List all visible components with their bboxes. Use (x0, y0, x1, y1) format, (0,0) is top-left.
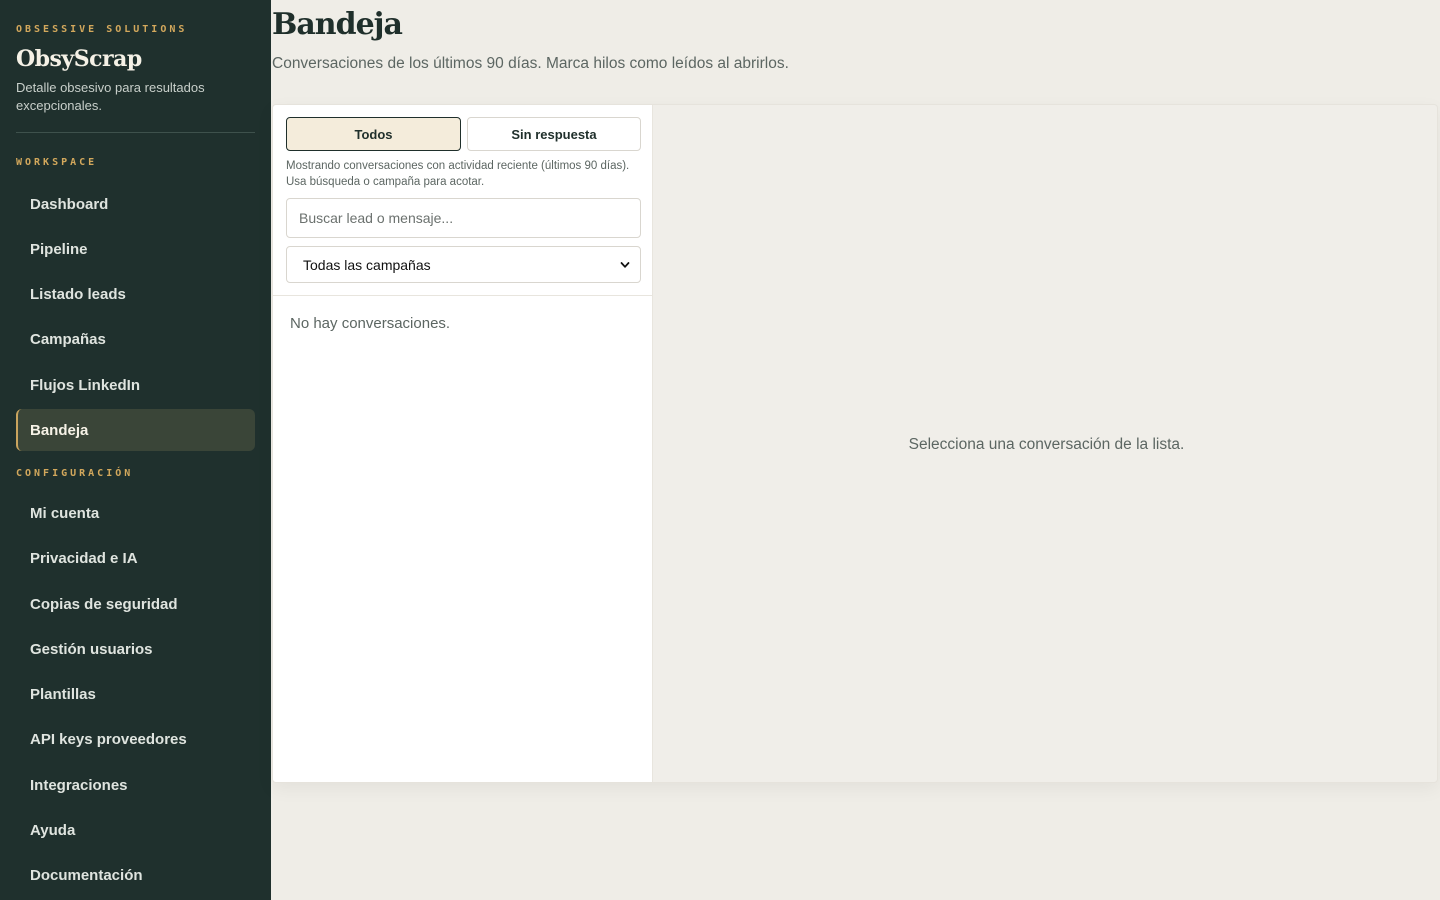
sidebar-divider (16, 132, 255, 133)
tab-sin-respuesta[interactable]: Sin respuesta (467, 117, 641, 151)
sidebar-item-bandeja[interactable]: Bandeja (16, 409, 255, 452)
list-divider (273, 295, 653, 296)
sidebar: OBSESSIVE SOLUTIONS ObsyScrap Detalle ob… (0, 0, 271, 900)
main-content: Bandeja Conversaciones de los últimos 90… (272, 0, 1440, 900)
section-label-configuracion: CONFIGURACIÓN (16, 468, 134, 480)
page-subtitle: Conversaciones de los últimos 90 días. M… (272, 55, 789, 72)
brand-name[interactable]: ObsyScrap (16, 45, 255, 73)
conversation-list-pane: Todos Sin respuesta Mostrando conversaci… (273, 105, 653, 782)
inbox-panel: Todos Sin respuesta Mostrando conversaci… (272, 104, 1438, 783)
campaign-select-value: Todas las campañas (303, 256, 431, 273)
nav-workspace: Dashboard Pipeline Listado leads Campaña… (16, 183, 255, 452)
sidebar-item-campanas[interactable]: Campañas (16, 319, 255, 361)
sidebar-item-integraciones[interactable]: Integraciones (16, 764, 255, 806)
sidebar-item-pipeline[interactable]: Pipeline (16, 228, 255, 270)
search-input[interactable] (286, 198, 641, 238)
sidebar-item-gestion-usuarios[interactable]: Gestión usuarios (16, 628, 255, 670)
brand-tagline: Detalle obsesivo para resultados excepci… (16, 80, 205, 113)
empty-list-message: No hay conversaciones. (290, 315, 451, 332)
sidebar-item-plantillas[interactable]: Plantillas (16, 674, 255, 716)
tab-todos[interactable]: Todos (286, 117, 461, 151)
page-title: Bandeja (272, 7, 403, 42)
sidebar-item-privacidad-ia[interactable]: Privacidad e IA (16, 538, 255, 580)
company-eyebrow: OBSESSIVE SOLUTIONS (16, 24, 188, 35)
chevron-down-icon (620, 261, 630, 268)
sidebar-item-dashboard[interactable]: Dashboard (16, 183, 255, 225)
empty-detail-message: Selecciona una conversación de la lista. (908, 435, 1185, 453)
sidebar-item-listado-leads[interactable]: Listado leads (16, 274, 255, 316)
conversation-detail-pane: Selecciona una conversación de la lista. (654, 105, 1437, 782)
nav-configuracion: Mi cuenta Privacidad e IA Copias de segu… (16, 492, 255, 896)
sidebar-item-documentacion[interactable]: Documentación (16, 855, 255, 897)
section-label-workspace: WORKSPACE (16, 157, 98, 168)
campaign-select[interactable]: Todas las campañas (286, 246, 641, 283)
sidebar-item-ayuda[interactable]: Ayuda (16, 810, 255, 852)
sidebar-item-api-keys[interactable]: API keys proveedores (16, 719, 255, 761)
sidebar-item-mi-cuenta[interactable]: Mi cuenta (16, 492, 255, 534)
sidebar-item-copias-seguridad[interactable]: Copias de seguridad (16, 583, 255, 625)
sidebar-item-flujos-linkedin[interactable]: Flujos LinkedIn (16, 364, 255, 406)
filter-hint: Mostrando conversaciones con actividad r… (286, 160, 630, 188)
